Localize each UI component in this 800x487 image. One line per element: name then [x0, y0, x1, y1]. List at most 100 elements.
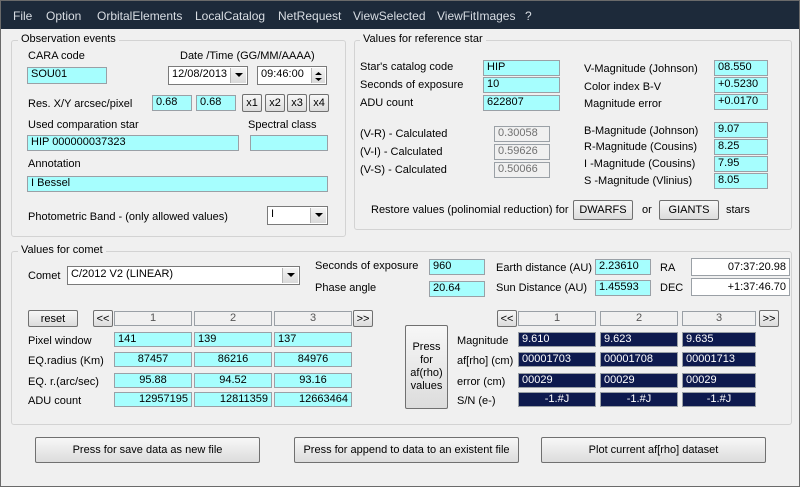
- date-picker[interactable]: 12/08/2013: [168, 66, 248, 85]
- scale-x4-button[interactable]: x4: [309, 94, 329, 112]
- sun-distance-field[interactable]: 1.45593: [595, 280, 651, 296]
- pixel-window-2[interactable]: 139: [194, 332, 272, 347]
- magnitude-error-field[interactable]: +0.0170: [714, 94, 768, 110]
- plot-dataset-button[interactable]: Plot current af[rho] dataset: [541, 437, 766, 463]
- eq-radius-km-3: 84976: [274, 352, 352, 367]
- menu-file[interactable]: File: [13, 9, 32, 23]
- menu-help[interactable]: ?: [525, 9, 532, 23]
- scale-x3-button[interactable]: x3: [287, 94, 307, 112]
- or-label: or: [642, 204, 652, 216]
- right-next-button[interactable]: >>: [759, 310, 779, 327]
- giants-button[interactable]: GIANTS: [659, 200, 719, 220]
- phase-angle-field[interactable]: 20.64: [429, 281, 485, 297]
- chevron-down-icon: [235, 73, 243, 77]
- dec-label: DEC: [660, 282, 684, 294]
- right-column-header-2: 2: [600, 311, 678, 326]
- r-magnitude-field[interactable]: 8.25: [714, 139, 768, 155]
- ra-field[interactable]: 07:37:20.98: [691, 258, 790, 276]
- comet-exposure-label: Seconds of exposure: [315, 260, 419, 272]
- chevron-down-icon: [287, 273, 295, 277]
- magnitude-3: 9.635: [682, 332, 756, 347]
- color-index-label: Color index B-V: [584, 81, 662, 93]
- restore-values-label: Restore values (polinomial reduction) fo…: [371, 204, 569, 216]
- magnitude-error-label: Magnitude error: [584, 98, 662, 110]
- adu-count-2[interactable]: 12811359: [194, 392, 272, 407]
- time-spin-buttons[interactable]: [311, 68, 325, 83]
- adu-count-3[interactable]: 12663464: [274, 392, 352, 407]
- chevron-down-icon: [315, 213, 323, 217]
- photometric-band-value: I: [271, 208, 275, 220]
- menu-net-request[interactable]: NetRequest: [278, 9, 341, 23]
- i-magnitude-field[interactable]: 7.95: [714, 156, 768, 172]
- v-r-value: 0.30058: [494, 126, 550, 142]
- band-dropdown-button[interactable]: [310, 208, 326, 223]
- pixel-window-3[interactable]: 137: [274, 332, 352, 347]
- color-index-field[interactable]: +0.5230: [714, 77, 768, 93]
- scale-x2-button[interactable]: x2: [265, 94, 285, 112]
- left-column-header-1: 1: [114, 311, 192, 326]
- error-cm-label: error (cm): [457, 376, 506, 388]
- v-i-value: 0.59626: [494, 144, 550, 160]
- af-rho-3: 00001713: [682, 352, 756, 367]
- menu-view-selected[interactable]: ViewSelected: [353, 9, 426, 23]
- comet-select[interactable]: C/2012 V2 (LINEAR): [67, 266, 300, 285]
- comet-exposure-field[interactable]: 960: [429, 259, 485, 275]
- save-new-file-button[interactable]: Press for save data as new file: [35, 437, 260, 463]
- af-rho-1: 00001703: [518, 352, 596, 367]
- stars-label: stars: [726, 204, 750, 216]
- resolution-y-field[interactable]: 0.68: [196, 95, 236, 111]
- right-prev-button[interactable]: <<: [497, 310, 517, 327]
- signal-noise-label: S/N (e-): [457, 395, 496, 407]
- v-r-label: (V-R) - Calculated: [360, 128, 448, 140]
- ref-exposure-field[interactable]: 10: [483, 77, 560, 93]
- ref-adu-field[interactable]: 622807: [483, 95, 560, 111]
- resolution-label: Res. X/Y arcsec/pixel: [28, 98, 133, 110]
- cara-code-field[interactable]: SOU01: [27, 67, 107, 84]
- date-dropdown-button[interactable]: [230, 68, 246, 83]
- error-cm-1: 00029: [518, 373, 596, 388]
- comet-value: C/2012 V2 (LINEAR): [71, 268, 174, 280]
- s-magnitude-field[interactable]: 8.05: [714, 173, 768, 189]
- magnitude-2: 9.623: [600, 332, 678, 347]
- catalog-code-field[interactable]: HIP: [483, 60, 560, 76]
- spectral-class-field[interactable]: [250, 135, 328, 151]
- right-column-header-3: 3: [682, 311, 756, 326]
- reset-button[interactable]: reset: [28, 310, 78, 327]
- comparison-star-field[interactable]: HIP 000000037323: [27, 135, 239, 151]
- comet-group-title: Values for comet: [18, 244, 106, 256]
- menu-local-catalog[interactable]: LocalCatalog: [195, 9, 265, 23]
- eq-radius-km-label: EQ.radius (Km): [28, 355, 104, 367]
- b-magnitude-field[interactable]: 9.07: [714, 122, 768, 138]
- ref-exposure-label: Seconds of exposure: [360, 79, 464, 91]
- observation-events-title: Observation events: [18, 33, 119, 45]
- scale-x1-button[interactable]: x1: [242, 94, 262, 112]
- append-file-button[interactable]: Press for append to data to an existent …: [294, 437, 519, 463]
- left-next-button[interactable]: >>: [353, 310, 373, 327]
- v-s-label: (V-S) - Calculated: [360, 164, 447, 176]
- photometric-band-select[interactable]: I: [267, 206, 328, 225]
- datetime-label: Date /Time (GG/MM/AAAA): [180, 50, 315, 62]
- dwarfs-button[interactable]: DWARFS: [573, 200, 633, 220]
- menu-view-fit-images[interactable]: ViewFitImages: [437, 9, 515, 23]
- eq-radius-arcsec-1: 95.88: [114, 373, 192, 388]
- adu-count-1[interactable]: 12957195: [114, 392, 192, 407]
- r-magnitude-label: R-Magnitude (Cousins): [584, 141, 698, 153]
- menu-option[interactable]: Option: [46, 9, 81, 23]
- time-spinner[interactable]: 09:46:00: [257, 66, 327, 85]
- af-rho-values-button[interactable]: Press for af(rho) values: [405, 325, 448, 409]
- earth-distance-label: Earth distance (AU): [496, 262, 592, 274]
- pixel-window-1[interactable]: 141: [114, 332, 192, 347]
- menu-orbital-elements[interactable]: OrbitalElements: [97, 9, 182, 23]
- magnitude-label: Magnitude: [457, 335, 509, 347]
- annotation-field[interactable]: I Bessel: [27, 176, 328, 192]
- i-magnitude-label: I -Magnitude (Cousins): [584, 158, 696, 170]
- s-magnitude-label: S -Magnitude (Vlinius): [584, 175, 693, 187]
- earth-distance-field[interactable]: 2.23610: [595, 259, 651, 275]
- dec-field[interactable]: +1:37:46.70: [691, 278, 790, 296]
- cara-code-label: CARA code: [28, 50, 85, 62]
- resolution-x-field[interactable]: 0.68: [152, 95, 192, 111]
- comet-dropdown-button[interactable]: [282, 268, 298, 283]
- v-magnitude-field[interactable]: 08.550: [714, 60, 768, 76]
- left-prev-button[interactable]: <<: [93, 310, 113, 327]
- pixel-window-label: Pixel window: [28, 335, 92, 347]
